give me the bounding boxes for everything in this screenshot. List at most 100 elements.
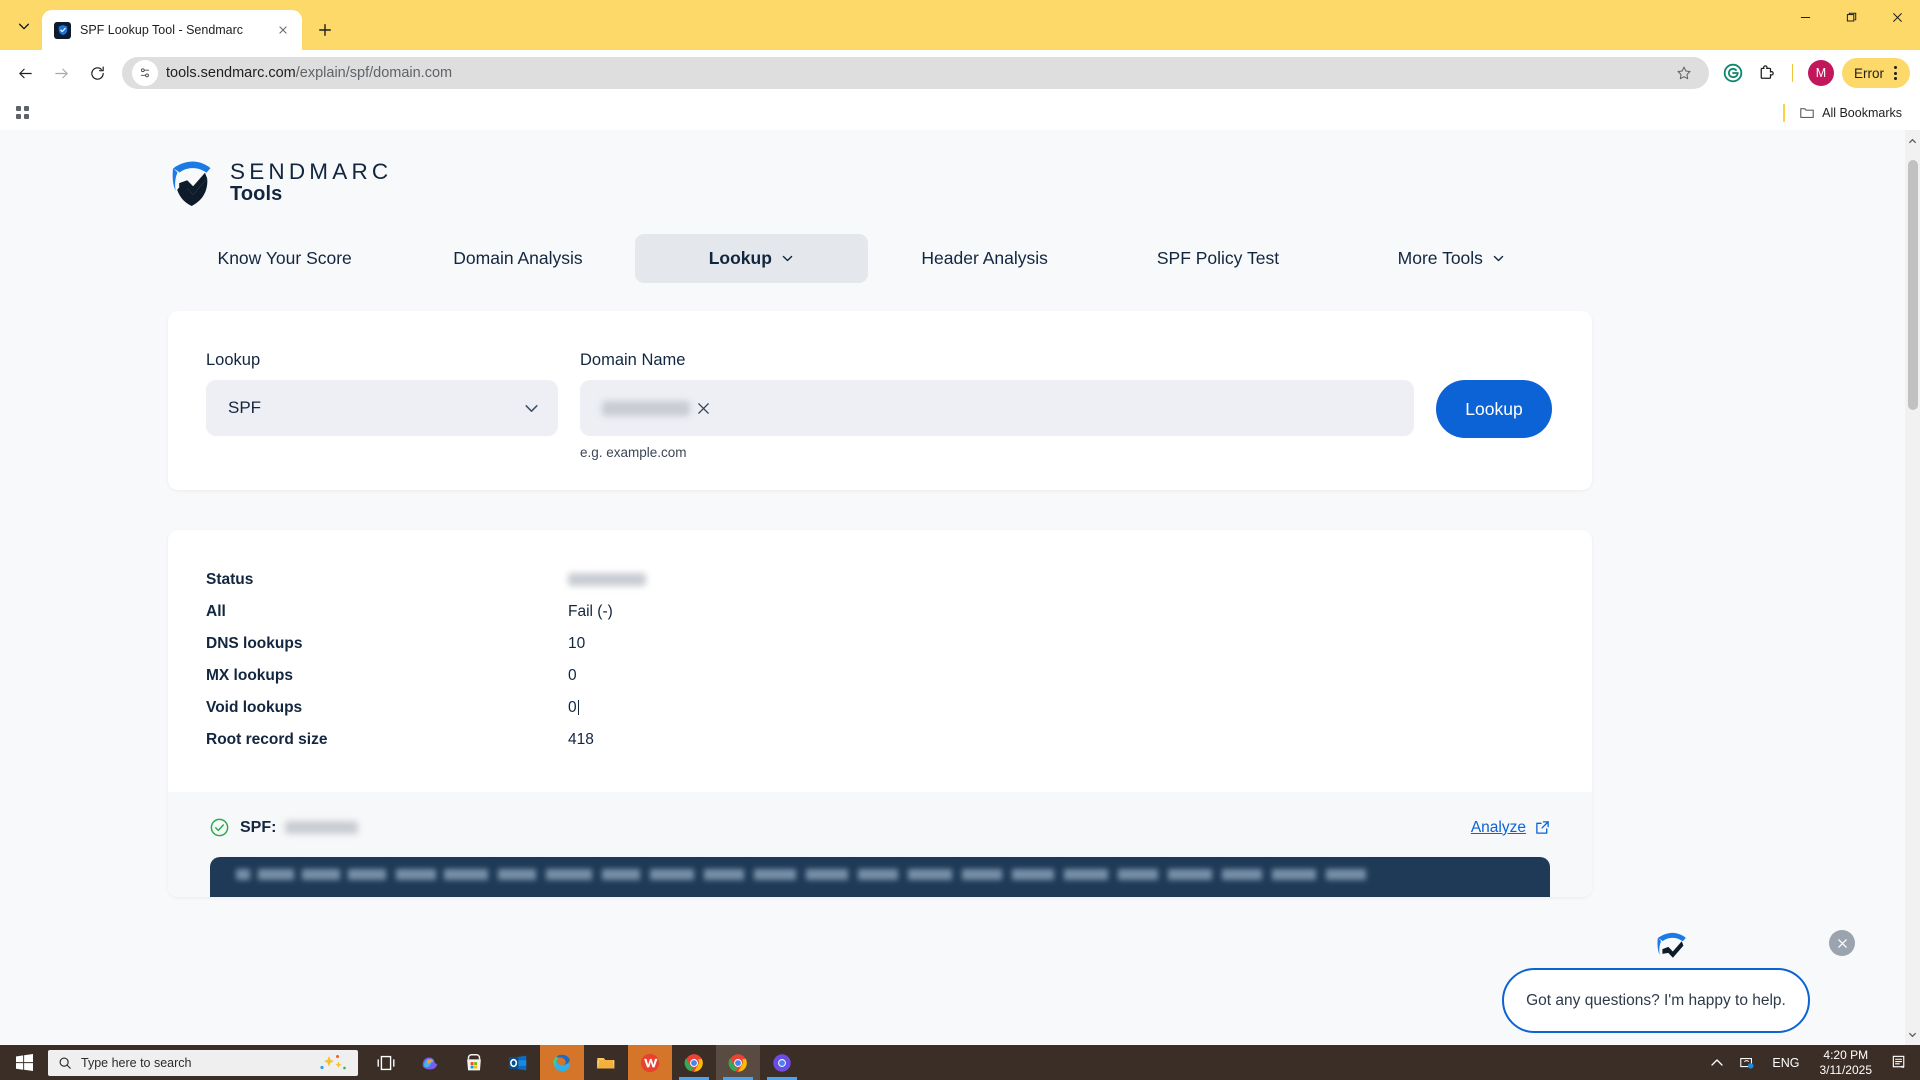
sendmarc-logo[interactable]: SENDMARC Tools [168, 158, 1905, 208]
search-placeholder: Type here to search [81, 1055, 192, 1070]
bookmarks-divider [1783, 104, 1786, 122]
windows-start-icon[interactable] [0, 1045, 48, 1080]
error-menu-button[interactable]: Error [1842, 58, 1910, 88]
spf-record-panel: SPF: Analyze [168, 792, 1592, 897]
row-value: Fail (-) [568, 603, 613, 620]
table-row: All Fail (-) [206, 596, 1552, 628]
analyze-link[interactable]: Analyze [1471, 819, 1550, 837]
apps-grid-icon[interactable] [10, 100, 36, 126]
chat-greeting-text: Got any questions? I'm happy to help. [1526, 991, 1786, 1009]
taskbar-items [364, 1045, 804, 1080]
clear-input-icon[interactable] [690, 395, 716, 421]
close-icon[interactable] [274, 21, 292, 39]
lookup-submit-button[interactable]: Lookup [1436, 380, 1552, 438]
arrow-back-icon[interactable] [8, 56, 42, 90]
network-icon[interactable] [1732, 1045, 1762, 1080]
chat-close-button[interactable] [1829, 930, 1855, 956]
toolbar-divider [1792, 64, 1793, 82]
restore-icon[interactable] [1828, 0, 1874, 34]
nav-item-lookup[interactable]: Lookup [634, 234, 868, 283]
new-tab-button[interactable] [310, 15, 340, 45]
scrollbar-thumb[interactable] [1908, 160, 1918, 410]
row-value: 0 [568, 667, 577, 684]
row-key: All [206, 603, 226, 620]
chrome-icon[interactable] [672, 1045, 716, 1080]
nav-item-domain-analysis[interactable]: Domain Analysis [401, 234, 634, 283]
copilot-icon[interactable] [408, 1045, 452, 1080]
action-center-icon[interactable] [1882, 1045, 1916, 1080]
chrome-icon[interactable] [760, 1045, 804, 1080]
nav-label: Know Your Score [217, 248, 352, 268]
site-header: SENDMARC Tools [0, 130, 1905, 208]
file-explorer-icon[interactable] [584, 1045, 628, 1080]
nav-item-header-analysis[interactable]: Header Analysis [868, 234, 1101, 283]
edge-icon[interactable] [540, 1045, 584, 1080]
close-icon[interactable] [1874, 0, 1920, 34]
table-row: Root record size 418 [206, 724, 1552, 756]
nav-label: Lookup [708, 248, 772, 268]
minimize-icon[interactable] [1782, 0, 1828, 34]
folder-icon [1800, 108, 1814, 119]
domain-name-value-redacted [602, 400, 690, 416]
copilot-sparkle-icon[interactable] [316, 1054, 350, 1072]
search-input[interactable]: Type here to search [48, 1049, 358, 1076]
row-value: 0 [568, 699, 577, 716]
table-row: DNS lookups 10 [206, 628, 1552, 660]
row-value-editable[interactable]: 0 [568, 692, 1552, 724]
table-row: Status [206, 564, 1552, 596]
nav-label: More Tools [1397, 248, 1483, 268]
external-link-icon [1536, 821, 1549, 834]
lookup-type-label: Lookup [206, 351, 261, 369]
page-viewport: SENDMARC Tools Know Your Score Domain An… [0, 130, 1920, 1045]
task-view-icon[interactable] [364, 1045, 408, 1080]
site-nav: Know Your Score Domain Analysis Lookup H… [168, 234, 1568, 283]
address-bar[interactable]: tools.sendmarc.com/explain/spf/domain.co… [122, 57, 1709, 89]
wps-office-icon[interactable] [628, 1045, 672, 1080]
chrome-icon[interactable] [716, 1045, 760, 1080]
table-row: Void lookups 0 [206, 692, 1552, 724]
show-hidden-icons-icon[interactable] [1702, 1045, 1732, 1080]
logo-text: SENDMARC Tools [230, 160, 392, 204]
scroll-down-icon[interactable] [1908, 1030, 1917, 1039]
language-indicator[interactable]: ENG [1762, 1056, 1809, 1070]
nav-item-more-tools[interactable]: More Tools [1335, 234, 1568, 283]
browser-tab[interactable]: SPF Lookup Tool - Sendmarc [42, 10, 302, 50]
row-key: Void lookups [206, 699, 303, 716]
chat-greeting-bubble[interactable]: Got any questions? I'm happy to help. [1502, 968, 1810, 1033]
row-key: DNS lookups [206, 635, 303, 652]
chat-avatar-shield-icon [1657, 932, 1686, 958]
error-label: Error [1854, 65, 1884, 81]
page-settings-icon[interactable] [132, 60, 158, 86]
spf-domain-redacted [285, 821, 359, 834]
table-row: MX lookups 0 [206, 660, 1552, 692]
clock-time: 4:20 PM [1823, 1047, 1869, 1062]
arrow-forward-icon [44, 56, 78, 90]
results-card: Status All Fail (-) DNS lookups 10 MX lo… [168, 530, 1592, 897]
domain-name-input[interactable] [580, 380, 1414, 436]
nav-item-know-your-score[interactable]: Know Your Score [168, 234, 401, 283]
all-bookmarks-button[interactable]: All Bookmarks [1793, 102, 1908, 124]
close-icon [1837, 938, 1847, 948]
grammarly-icon[interactable] [1717, 57, 1749, 89]
scroll-up-icon[interactable] [1908, 137, 1917, 146]
microsoft-store-icon[interactable] [452, 1045, 496, 1080]
avatar[interactable]: M [1808, 60, 1834, 86]
extensions-puzzle-icon[interactable] [1751, 57, 1783, 89]
lookup-type-select[interactable]: SPF [206, 380, 558, 436]
spf-label: SPF: [240, 818, 277, 836]
reload-icon[interactable] [80, 56, 114, 90]
domain-name-hint: e.g. example.com [580, 445, 687, 460]
star-icon[interactable] [1671, 60, 1697, 86]
kebab-menu-icon[interactable] [1886, 66, 1904, 80]
browser-window: SPF Lookup Tool - Sendmarc tools.sendmar… [0, 0, 1920, 1045]
url-host: tools.sendmarc.com [166, 65, 296, 81]
nav-item-spf-policy-test[interactable]: SPF Policy Test [1101, 234, 1334, 283]
outlook-icon[interactable] [496, 1045, 540, 1080]
tab-search-icon[interactable] [6, 8, 42, 44]
tab-title: SPF Lookup Tool - Sendmarc [80, 23, 244, 37]
clock[interactable]: 4:20 PM 3/11/2025 [1810, 1048, 1883, 1078]
sendmarc-shield-icon [54, 21, 71, 39]
spf-record-code-block[interactable] [210, 857, 1550, 897]
page-scrollbar[interactable] [1905, 130, 1920, 1045]
bookmarks-right: All Bookmarks [1783, 102, 1908, 124]
